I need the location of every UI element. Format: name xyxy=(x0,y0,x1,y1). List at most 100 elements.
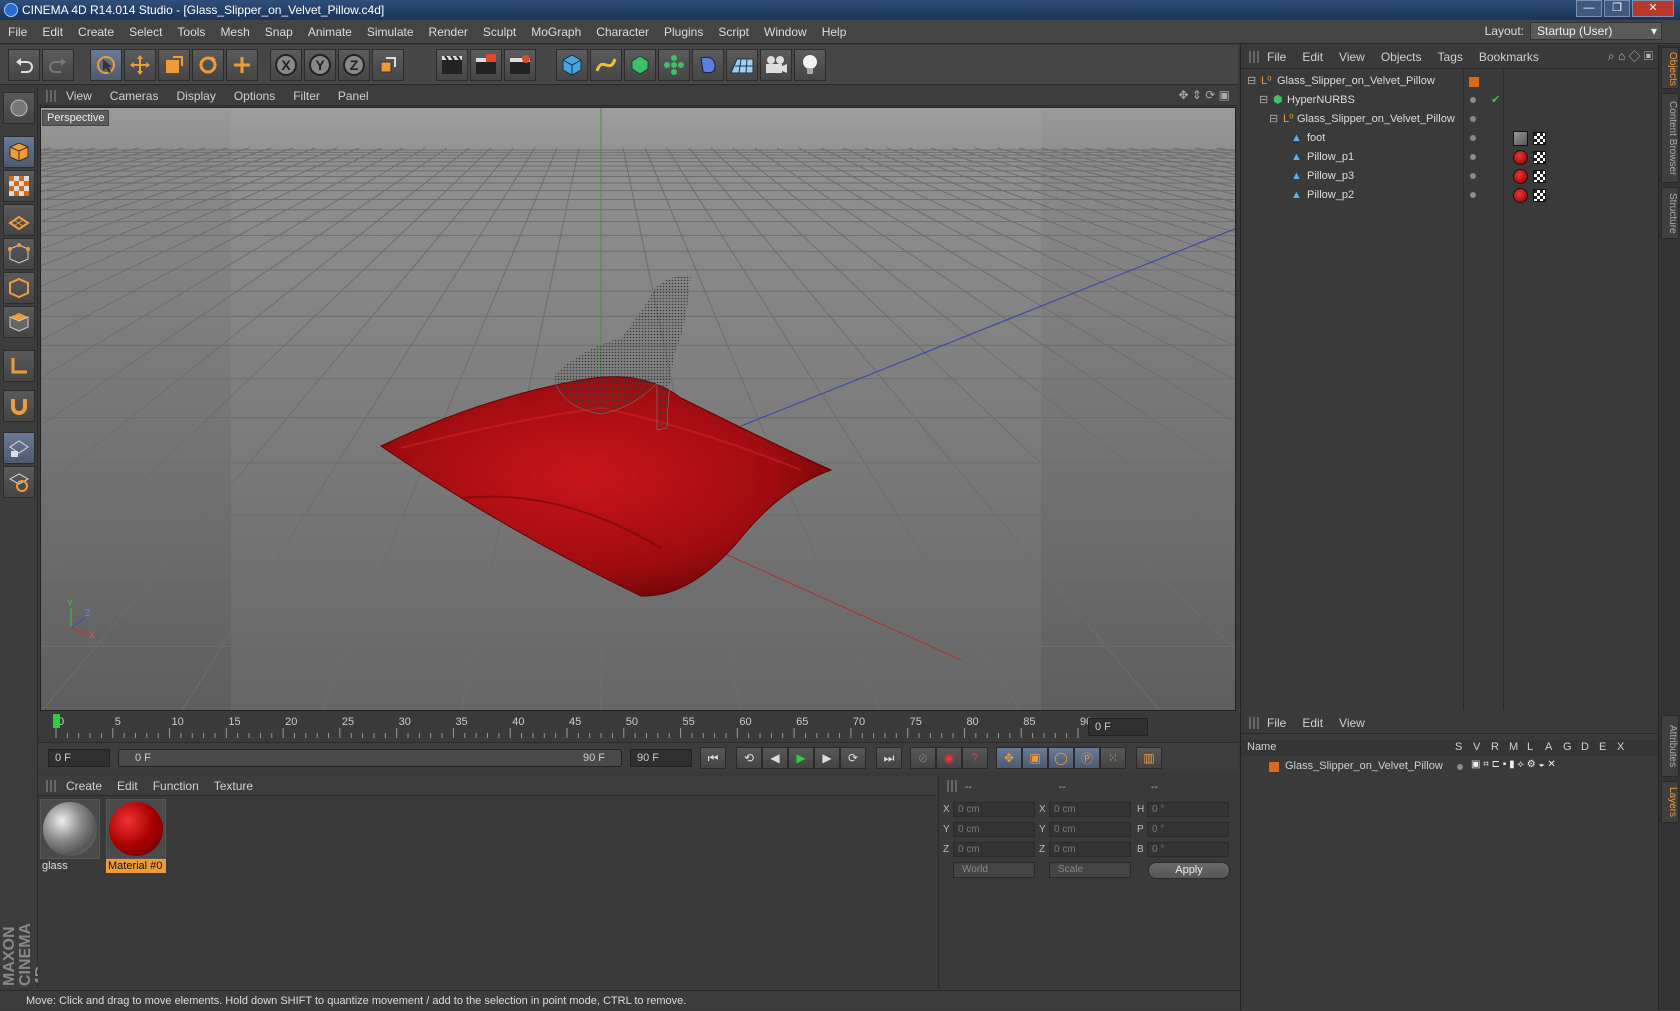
restore-button[interactable]: ❐ xyxy=(1604,0,1630,17)
x-axis-icon[interactable]: X xyxy=(270,49,302,81)
layer-flag-icons[interactable]: ▣ ⌗ ⊏ ▪ ▮ ⟡ ⚙ ◒ ✕ xyxy=(1471,759,1556,770)
uvw-tag-icon[interactable] xyxy=(1533,189,1546,202)
red-material-tag[interactable] xyxy=(1513,169,1528,184)
camera-icon[interactable] xyxy=(760,49,792,81)
layer-row[interactable]: Glass_Slipper_on_Velvet_Pillow ▣ ⌗ ⊏ ▪ ▮… xyxy=(1241,758,1659,776)
next-key-icon[interactable]: ⟳ xyxy=(840,747,866,769)
material-menu-function[interactable]: Function xyxy=(153,779,199,793)
array-icon[interactable] xyxy=(658,49,690,81)
menu-character[interactable]: Character xyxy=(596,25,649,39)
add-icon[interactable] xyxy=(226,49,258,81)
size-mode-dropdown[interactable]: Scale xyxy=(1049,862,1131,878)
model-mode-icon[interactable] xyxy=(3,136,35,168)
light-icon[interactable] xyxy=(794,49,826,81)
polygon-mode-icon[interactable] xyxy=(3,306,35,338)
obj-menu-edit[interactable]: Edit xyxy=(1302,50,1323,64)
object-row[interactable]: ⊟ L⁰ Glass_Slipper_on_Velvet_Pillow xyxy=(1241,72,1659,91)
frame-range-slider[interactable]: 0 F 90 F xyxy=(118,749,622,767)
next-frame-icon[interactable]: ▶ xyxy=(814,747,840,769)
live-selection-icon[interactable] xyxy=(90,49,122,81)
go-to-start-icon[interactable]: ⏮ xyxy=(700,747,726,769)
uvw-tag-icon[interactable] xyxy=(1533,132,1546,145)
glass-material-tag[interactable] xyxy=(1513,131,1528,146)
size-z-field[interactable]: 0 cm xyxy=(1049,842,1131,857)
render-picture-viewer-icon[interactable] xyxy=(470,49,502,81)
timeline-ruler[interactable]: 0 5 10 15 20 25 30 35 40 45 50 55 60 65 70 75 80 85 90 0 F xyxy=(38,712,1238,742)
play-icon[interactable]: ▶ xyxy=(788,747,814,769)
size-x-field[interactable]: 0 cm xyxy=(1049,802,1131,817)
key-position-icon[interactable]: ✥ xyxy=(996,747,1022,769)
end-frame-field[interactable]: 90 F xyxy=(630,749,692,767)
render-view-icon[interactable] xyxy=(436,49,468,81)
layout-dropdown[interactable]: Startup (User) xyxy=(1530,22,1662,40)
menu-mograph[interactable]: MoGraph xyxy=(531,25,581,39)
object-row[interactable]: ⊟ L⁰ Glass_Slipper_on_Velvet_Pillow xyxy=(1241,110,1659,129)
key-parameter-icon[interactable]: Ⓟ xyxy=(1074,747,1100,769)
go-to-end-icon[interactable]: ⏭ xyxy=(876,747,902,769)
cube-icon[interactable] xyxy=(556,49,588,81)
rotate-icon[interactable] xyxy=(192,49,224,81)
floor-icon[interactable] xyxy=(726,49,758,81)
pos-z-field[interactable]: 0 cm xyxy=(953,842,1035,857)
object-row[interactable]: ▲ Pillow_p3 xyxy=(1241,167,1659,186)
menu-plugins[interactable]: Plugins xyxy=(664,25,703,39)
start-frame-field[interactable]: 0 F xyxy=(48,749,110,767)
object-row[interactable]: ▲ Pillow_p2 xyxy=(1241,186,1659,205)
nurbs-icon[interactable] xyxy=(624,49,656,81)
menu-tools[interactable]: Tools xyxy=(177,25,205,39)
material-menu-edit[interactable]: Edit xyxy=(117,779,138,793)
menu-select[interactable]: Select xyxy=(129,25,162,39)
texture-mode-icon[interactable] xyxy=(3,170,35,202)
rot-h-field[interactable]: 0 ° xyxy=(1147,802,1229,817)
object-row[interactable]: ▲ Pillow_p1 xyxy=(1241,148,1659,167)
locked-workplane-icon[interactable] xyxy=(3,432,35,464)
menu-snap[interactable]: Snap xyxy=(265,25,293,39)
menu-help[interactable]: Help xyxy=(822,25,847,39)
key-point-level-icon[interactable]: ⁙ xyxy=(1100,747,1126,769)
object-row[interactable]: ▲ foot xyxy=(1241,129,1659,148)
rot-b-field[interactable]: 0 ° xyxy=(1147,842,1229,857)
viewport-menu-options[interactable]: Options xyxy=(234,89,275,103)
viewport-menu-cameras[interactable]: Cameras xyxy=(110,89,159,103)
size-y-field[interactable]: 0 cm xyxy=(1049,822,1131,837)
obj-search-home-icons[interactable]: ⌕ ⌂ ◇ ▣ xyxy=(1608,49,1653,64)
menu-simulate[interactable]: Simulate xyxy=(367,25,414,39)
current-frame-field[interactable]: 0 F xyxy=(1088,718,1148,736)
apply-button[interactable]: Apply xyxy=(1148,862,1230,879)
obj-menu-objects[interactable]: Objects xyxy=(1381,50,1422,64)
obj-menu-file[interactable]: File xyxy=(1267,50,1286,64)
obj-menu-tags[interactable]: Tags xyxy=(1438,50,1463,64)
material-glass[interactable]: glass xyxy=(40,799,100,873)
tab-layers[interactable]: Layers xyxy=(1661,781,1679,823)
viewport-menu-panel[interactable]: Panel xyxy=(338,89,369,103)
viewport-menu-view[interactable]: View xyxy=(66,89,92,103)
tab-structure[interactable]: Structure xyxy=(1661,187,1679,239)
point-mode-icon[interactable] xyxy=(3,238,35,270)
close-button[interactable]: ✕ xyxy=(1632,0,1674,17)
menu-render[interactable]: Render xyxy=(429,25,468,39)
coordinate-space-dropdown[interactable]: World xyxy=(953,862,1035,878)
make-editable-icon[interactable] xyxy=(3,92,35,124)
menu-animate[interactable]: Animate xyxy=(308,25,352,39)
redo-icon[interactable] xyxy=(42,49,74,81)
uvw-tag-icon[interactable] xyxy=(1533,170,1546,183)
key-rotation-icon[interactable]: ◯ xyxy=(1048,747,1074,769)
menu-create[interactable]: Create xyxy=(78,25,114,39)
undo-icon[interactable] xyxy=(8,49,40,81)
autokey-icon[interactable]: ◉ xyxy=(936,747,962,769)
keyframe-selection-icon[interactable]: ? xyxy=(962,747,988,769)
y-axis-icon[interactable]: Y xyxy=(304,49,336,81)
uvw-tag-icon[interactable] xyxy=(1533,151,1546,164)
object-row[interactable]: ⊟ ⬢ HyperNURBS ✔ xyxy=(1241,91,1659,110)
viewport-menu-display[interactable]: Display xyxy=(176,89,215,103)
viewport-menu-filter[interactable]: Filter xyxy=(293,89,320,103)
snap-magnet-icon[interactable] xyxy=(3,390,35,422)
coordinate-system-icon[interactable] xyxy=(372,49,404,81)
pos-y-field[interactable]: 0 cm xyxy=(953,822,1035,837)
previous-frame-icon[interactable]: ◀ xyxy=(762,747,788,769)
minimize-button[interactable]: — xyxy=(1576,0,1602,17)
edit-render-settings-icon[interactable] xyxy=(504,49,536,81)
red-material-tag[interactable] xyxy=(1513,188,1528,203)
red-material-tag[interactable] xyxy=(1513,150,1528,165)
viewport-nav-icons[interactable]: ✥ ⇕ ⟳ ▣ xyxy=(1178,88,1230,102)
